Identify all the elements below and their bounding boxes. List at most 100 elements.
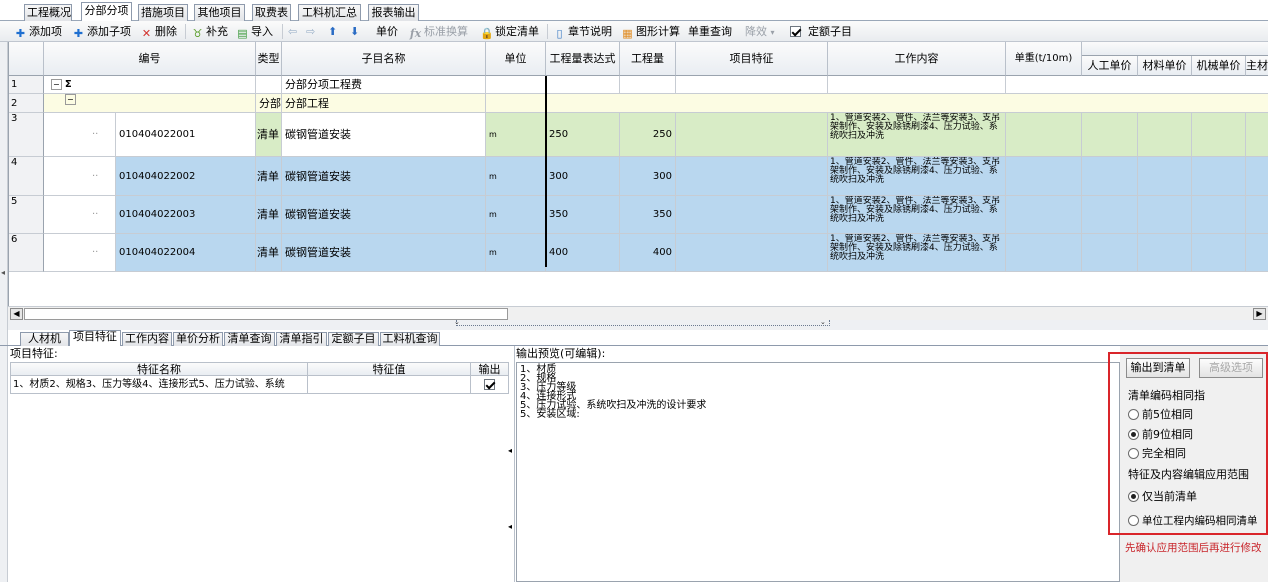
scroll-right-icon[interactable]: ▶ [1253,308,1266,320]
header-output[interactable]: 输出 [471,362,509,376]
header-labor-price[interactable]: 人工单价 [1082,56,1138,76]
qty-cell[interactable] [620,76,676,94]
type-cell[interactable]: 清单 [256,196,282,234]
unit-weight-cell[interactable] [1006,113,1082,157]
work-content-cell[interactable]: 1、管道安装2、管件、法兰等安装3、支吊架制作、安装及除锈刷漆4、压力试验、系统… [828,234,1006,272]
tree-division-cell[interactable]: − [44,94,256,113]
tab-list-query[interactable]: 清单查询 [224,332,275,346]
work-content-cell[interactable]: 1、管道安装2、管件、法兰等安装3、支吊架制作、安装及除锈刷漆4、压力试验、系统… [828,196,1006,234]
labor-price-cell[interactable] [1082,234,1138,272]
unit-cell[interactable]: m [486,157,546,196]
tab-unit-price-analysis[interactable]: 单价分析 [173,332,223,346]
tab-other-items[interactable]: 其他项目 [194,4,245,21]
panel-splitter[interactable]: ⌄ ⌄ [8,318,1268,330]
type-cell[interactable]: 分部 [256,94,282,113]
reduce-efficiency-dropdown[interactable]: 降效 ▾ [745,24,775,39]
work-content-cell[interactable]: 1、管道安装2、管件、法兰等安装3、支吊架制作、安装及除锈刷漆4、压力试验、系统… [828,157,1006,196]
collapse-toggle-icon[interactable]: − [51,79,62,90]
tab-project-overview[interactable]: 工程概况 [24,4,72,21]
header-expression[interactable]: 工程量表达式 [546,42,620,76]
move-up-icon[interactable]: ⬆ [328,24,337,39]
unit-price-button[interactable]: 单价 [376,24,398,39]
splitter-grip[interactable] [456,320,830,326]
header-code[interactable]: 编号 [44,42,256,76]
unit-cell[interactable] [486,76,546,94]
tab-measures[interactable]: 措施项目 [138,4,188,21]
type-cell[interactable]: 清单 [256,157,282,196]
header-type[interactable]: 类型 [256,42,282,76]
unit-cell[interactable]: m [486,113,546,157]
feature-cell[interactable] [676,196,828,234]
header-unit-weight[interactable]: 单重(t/10m) [1006,42,1082,76]
unit-weight-cell[interactable] [1006,196,1082,234]
main-material-cell[interactable] [1246,196,1268,234]
work-cell[interactable] [828,76,1006,94]
add-item-button[interactable]: ✚ 添加项 [14,24,62,40]
labor-price-cell[interactable] [1082,196,1138,234]
header-name[interactable]: 子目名称 [282,42,486,76]
name-cell[interactable]: 碳钢管道安装 [282,157,486,196]
header-unit[interactable]: 单位 [486,42,546,76]
qty-cell[interactable]: 300 [620,157,676,196]
quota-item-checkbox[interactable]: 定额子目 [790,24,852,39]
qty-cell[interactable]: 350 [620,196,676,234]
expr-cell[interactable]: 300 [546,157,620,196]
labor-price-cell[interactable] [1082,157,1138,196]
unit-weight-cell[interactable] [1006,157,1082,196]
tab-materials-query[interactable]: 工料机查询 [380,332,440,346]
tab-fee-table[interactable]: 取费表 [252,4,291,21]
machine-price-cell[interactable] [1192,196,1246,234]
code-cell[interactable]: 010404022004 [116,234,256,272]
tab-quota-items[interactable]: 定额子目 [328,332,379,346]
tab-report-output[interactable]: 报表输出 [368,4,419,21]
code-cell[interactable]: 010404022002 [116,157,256,196]
type-cell[interactable] [256,76,282,94]
expr-cell[interactable]: 400 [546,234,620,272]
name-cell[interactable]: 碳钢管道安装 [282,234,486,272]
main-material-cell[interactable] [1246,113,1268,157]
material-price-cell[interactable] [1138,157,1192,196]
header-feature-value[interactable]: 特征值 [308,362,471,376]
feature-cell[interactable] [676,234,828,272]
name-cell[interactable]: 分部工程 [282,94,486,113]
header-features[interactable]: 项目特征 [676,42,828,76]
material-price-cell[interactable] [1138,196,1192,234]
tab-labor-material-machine[interactable]: 人材机 [20,332,69,346]
machine-price-cell[interactable] [1192,157,1246,196]
name-cell[interactable]: 碳钢管道安装 [282,113,486,157]
name-cell[interactable]: 碳钢管道安装 [282,196,486,234]
horizontal-scrollbar[interactable]: ◀ ▶ [8,306,1268,320]
header-work-content[interactable]: 工作内容 [828,42,1006,76]
tab-project-features[interactable]: 项目特征 [69,330,121,346]
work-content-cell[interactable]: 1、管道安装2、管件、法兰等安装3、支吊架制作、安装及除锈刷漆4、压力试验、系统… [828,113,1006,157]
chapter-notes-button[interactable]: ▯ 章节说明 [553,24,612,40]
name-cell[interactable]: 分部分项工程费 [282,76,486,94]
move-left-icon[interactable]: ⇦ [288,24,297,39]
expr-cell[interactable]: 350 [546,196,620,234]
header-feature-name[interactable]: 特征名称 [10,362,308,376]
import-button[interactable]: ▤ 导入 [236,24,273,40]
splitter-left-icon[interactable]: ◂ [508,522,512,531]
supplement-button[interactable]: ♉ 补充 [191,24,228,40]
feature-name-cell[interactable]: 1、材质2、规格3、压力等级4、连接形式5、压力试验、系统 [10,376,308,394]
main-material-cell[interactable] [1246,157,1268,196]
add-child-button[interactable]: ✚ 添加子项 [72,24,131,40]
feature-cell[interactable] [676,113,828,157]
graph-calc-button[interactable]: ▦ 图形计算 [621,24,680,40]
lock-list-button[interactable]: 🔒锁定清单 [480,24,539,40]
output-checkbox[interactable] [484,379,495,390]
tree-root-cell[interactable]: − Σ [44,76,256,94]
type-cell[interactable]: 清单 [256,113,282,157]
expr-cell[interactable]: 250 [546,113,620,157]
material-price-cell[interactable] [1138,113,1192,157]
price-cells[interactable] [1006,76,1268,94]
code-cell[interactable]: 010404022001 [116,113,256,157]
type-cell[interactable]: 清单 [256,234,282,272]
tab-work-content[interactable]: 工作内容 [122,332,172,346]
preview-textarea[interactable]: 1、材质 2、规格 3、压力等级 4、连接形式 5、压力试验、系统吹扫及冲洗的设… [516,362,1120,582]
row-rest-cells[interactable] [486,94,1268,113]
unit-weight-cell[interactable] [1006,234,1082,272]
collapse-toggle-icon[interactable]: − [65,94,76,105]
code-cell[interactable]: 010404022003 [116,196,256,234]
header-machine-price[interactable]: 机械单价 [1192,56,1246,76]
